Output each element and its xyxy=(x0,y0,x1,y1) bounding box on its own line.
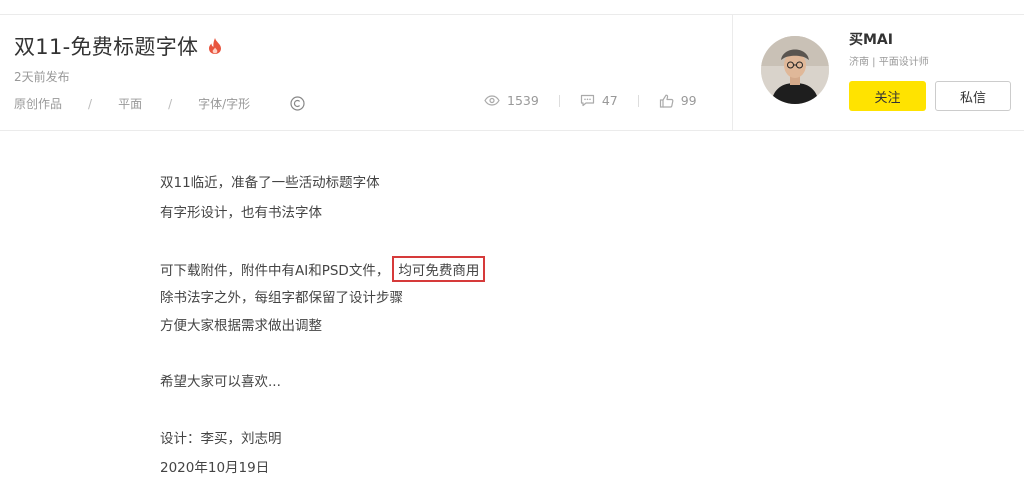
page-title: 双11-免费标题字体 xyxy=(14,35,199,59)
stat-divider xyxy=(558,94,560,107)
category-graphic[interactable]: 平面 xyxy=(118,95,142,112)
content-line: 设计：李买，刘志明 xyxy=(160,431,282,447)
content-line: 希望大家可以喜欢... xyxy=(160,374,281,390)
avatar[interactable] xyxy=(761,36,829,104)
comments-stat[interactable]: 47 xyxy=(580,93,618,108)
author-name[interactable]: 买MAI xyxy=(849,29,893,49)
views-count: 1539 xyxy=(507,93,539,108)
message-button[interactable]: 私信 xyxy=(935,81,1011,111)
fire-icon xyxy=(208,38,222,54)
author-panel: 买MAI 济南 | 平面设计师 关注 私信 xyxy=(732,15,1024,130)
stat-divider xyxy=(637,94,639,107)
author-meta: 济南 | 平面设计师 xyxy=(849,57,929,68)
comment-icon xyxy=(580,94,594,107)
likes-stat[interactable]: 99 xyxy=(659,93,697,108)
title-row: 双11-免费标题字体 xyxy=(14,31,222,61)
publish-time: 2天前发布 xyxy=(14,70,70,84)
likes-count: 99 xyxy=(680,93,697,108)
content-line: 2020年10月19日 xyxy=(160,460,270,476)
stats-bar: 1539 47 99 xyxy=(484,93,697,108)
breadcrumb: 原创作品 / 平面 / 字体/字形 xyxy=(14,95,305,112)
breadcrumb-separator: / xyxy=(168,96,173,111)
category-font[interactable]: 字体/字形 xyxy=(198,95,250,112)
copyright-icon[interactable] xyxy=(290,96,305,111)
content-line-with-highlight: 可下载附件，附件中有AI和PSD文件， 均可免费商用 xyxy=(160,256,486,282)
content-line: 除书法字之外，每组字都保留了设计步骤 xyxy=(160,290,403,306)
follow-button[interactable]: 关注 xyxy=(849,81,926,111)
category-original[interactable]: 原创作品 xyxy=(14,95,62,112)
content-line: 方便大家根据需求做出调整 xyxy=(160,318,322,334)
comments-count: 47 xyxy=(601,93,618,108)
thumbs-up-icon xyxy=(659,94,674,108)
content-line: 双11临近，准备了一些活动标题字体 xyxy=(160,175,380,191)
breadcrumb-separator: / xyxy=(88,96,93,111)
views-stat: 1539 xyxy=(484,93,539,108)
highlight-box: 均可免费商用 xyxy=(392,256,486,282)
content-line: 有字形设计，也有书法字体 xyxy=(160,205,322,221)
eye-icon xyxy=(484,95,500,106)
content-text: 可下载附件，附件中有AI和PSD文件， xyxy=(160,263,390,279)
